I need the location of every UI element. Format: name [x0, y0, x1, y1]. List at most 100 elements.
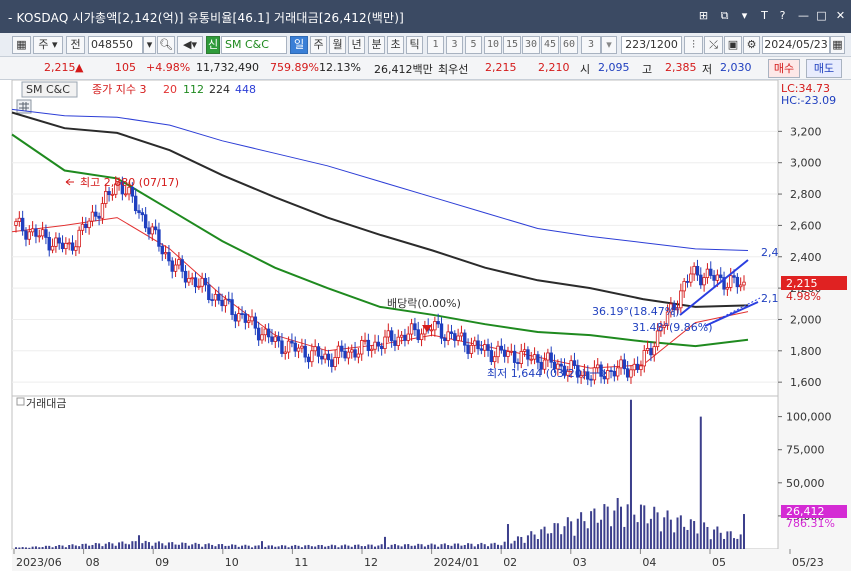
- interval-60[interactable]: 60: [560, 36, 578, 54]
- volume-bar: [480, 542, 483, 549]
- volume-bar: [646, 523, 649, 549]
- candle-body: [602, 375, 607, 380]
- candle-body: [649, 348, 653, 356]
- volume-bar: [423, 546, 426, 549]
- candle-body: [453, 333, 457, 341]
- text-icon[interactable]: T: [758, 9, 771, 22]
- volume-bar: [207, 543, 210, 549]
- grid-icon[interactable]: ▦: [12, 36, 31, 54]
- candle-body: [429, 329, 434, 332]
- period-type-select[interactable]: 주 ▾: [33, 36, 63, 54]
- volume-bar: [699, 416, 702, 549]
- candle-body: [104, 191, 108, 204]
- range-input[interactable]: 223/1200: [621, 36, 682, 54]
- interval-30[interactable]: 30: [522, 36, 540, 54]
- candle-body: [436, 321, 440, 325]
- minimize-icon[interactable]: —: [797, 9, 810, 22]
- volume-bar: [573, 535, 576, 549]
- candle-body: [306, 356, 311, 363]
- trend-tool-icon[interactable]: ⤯: [704, 36, 723, 54]
- sound-icon[interactable]: ◀▾: [177, 36, 203, 54]
- volume-bar: [274, 546, 277, 549]
- calendar-icon[interactable]: ▦: [830, 36, 845, 54]
- candle-body: [606, 370, 610, 380]
- interval-3[interactable]: 3: [446, 36, 463, 54]
- candle-body: [200, 277, 204, 287]
- interval-dropdown-icon[interactable]: ▾: [601, 36, 617, 54]
- candle-body: [492, 356, 497, 363]
- stock-code-input[interactable]: 048550: [88, 36, 143, 54]
- volume-bar: [513, 540, 516, 549]
- candle-body: [40, 229, 45, 237]
- code-dropdown-icon[interactable]: ▾: [143, 36, 156, 54]
- volume-bar: [114, 545, 117, 549]
- search-icon[interactable]: 🔍︎: [157, 36, 175, 54]
- volume-bar: [294, 544, 297, 549]
- trend-label-2: 2,1: [761, 292, 779, 305]
- volume-bar: [437, 546, 440, 549]
- candle-body: [207, 284, 211, 300]
- volume-bar: [377, 545, 380, 549]
- volume-bar: [51, 547, 54, 549]
- dropdown-icon[interactable]: ▾: [738, 9, 751, 22]
- candle-body: [409, 323, 414, 335]
- interval-5[interactable]: 5: [465, 36, 482, 54]
- interval-1[interactable]: 1: [427, 36, 444, 54]
- low-price: 2,030: [720, 61, 752, 74]
- candle-body: [360, 340, 364, 355]
- help-icon[interactable]: ?: [776, 9, 789, 22]
- candle-body: [157, 229, 161, 247]
- candle-body: [469, 344, 474, 354]
- grid-layout-icon[interactable]: ⊞: [697, 9, 710, 22]
- close-icon[interactable]: ✕: [834, 9, 847, 22]
- tab-period-minute[interactable]: 분: [368, 36, 385, 54]
- candle-body: [742, 281, 746, 286]
- volume-bar: [736, 538, 739, 549]
- price-tick-label: 2,000: [790, 313, 822, 326]
- tab-period-day[interactable]: 일: [290, 36, 308, 54]
- candle-body: [203, 277, 208, 286]
- candle-body: [37, 235, 41, 238]
- candle-body: [389, 330, 394, 342]
- gear-icon[interactable]: ⚙: [743, 36, 760, 54]
- all-button[interactable]: 전: [66, 36, 85, 54]
- candle-body: [153, 226, 158, 231]
- interval-custom-input[interactable]: 3: [581, 36, 601, 54]
- candle-body: [419, 333, 424, 341]
- candle-body: [699, 274, 703, 286]
- candle-body: [632, 363, 637, 371]
- maximize-icon[interactable]: □: [815, 9, 828, 22]
- candle-body: [373, 341, 377, 350]
- tab-period-year[interactable]: 년: [348, 36, 365, 54]
- tab-period-tick[interactable]: 틱: [406, 36, 423, 54]
- volume-panel-toggle-icon[interactable]: [16, 397, 25, 406]
- tab-period-week[interactable]: 주: [310, 36, 327, 54]
- sell-button[interactable]: 매도: [806, 59, 842, 78]
- buy-button[interactable]: 매수: [768, 59, 800, 78]
- candle-body: [180, 259, 184, 272]
- volume-bar: [407, 544, 410, 549]
- volume-bar: [181, 542, 184, 549]
- candle-body: [323, 353, 327, 360]
- tab-period-month[interactable]: 월: [329, 36, 346, 54]
- tab-period-second[interactable]: 초: [387, 36, 404, 54]
- volume-bar: [260, 541, 263, 549]
- price-chart-svg[interactable]: SM C&C 종가 지수 3 20 112 224 448 LC:34.73 H…: [0, 80, 851, 571]
- candle-settings-icon[interactable]: ⫶: [684, 36, 703, 54]
- duplicate-icon[interactable]: ⧉: [718, 9, 731, 22]
- candle-body: [316, 346, 321, 357]
- interval-45[interactable]: 45: [541, 36, 559, 54]
- candle-body: [54, 237, 58, 247]
- candle-body: [705, 268, 710, 278]
- save-icon[interactable]: ▣: [724, 36, 742, 54]
- interval-15[interactable]: 15: [503, 36, 521, 54]
- volume-bar: [88, 545, 91, 549]
- interval-10[interactable]: 10: [484, 36, 502, 54]
- candle-body: [459, 332, 464, 337]
- candle-body: [719, 274, 723, 278]
- date-input[interactable]: 2024/05/23: [762, 36, 830, 54]
- volume-bar: [131, 541, 134, 549]
- candle-body: [266, 328, 271, 338]
- chart-area[interactable]: SM C&C 종가 지수 3 20 112 224 448 LC:34.73 H…: [0, 80, 851, 571]
- candle-body: [160, 245, 164, 255]
